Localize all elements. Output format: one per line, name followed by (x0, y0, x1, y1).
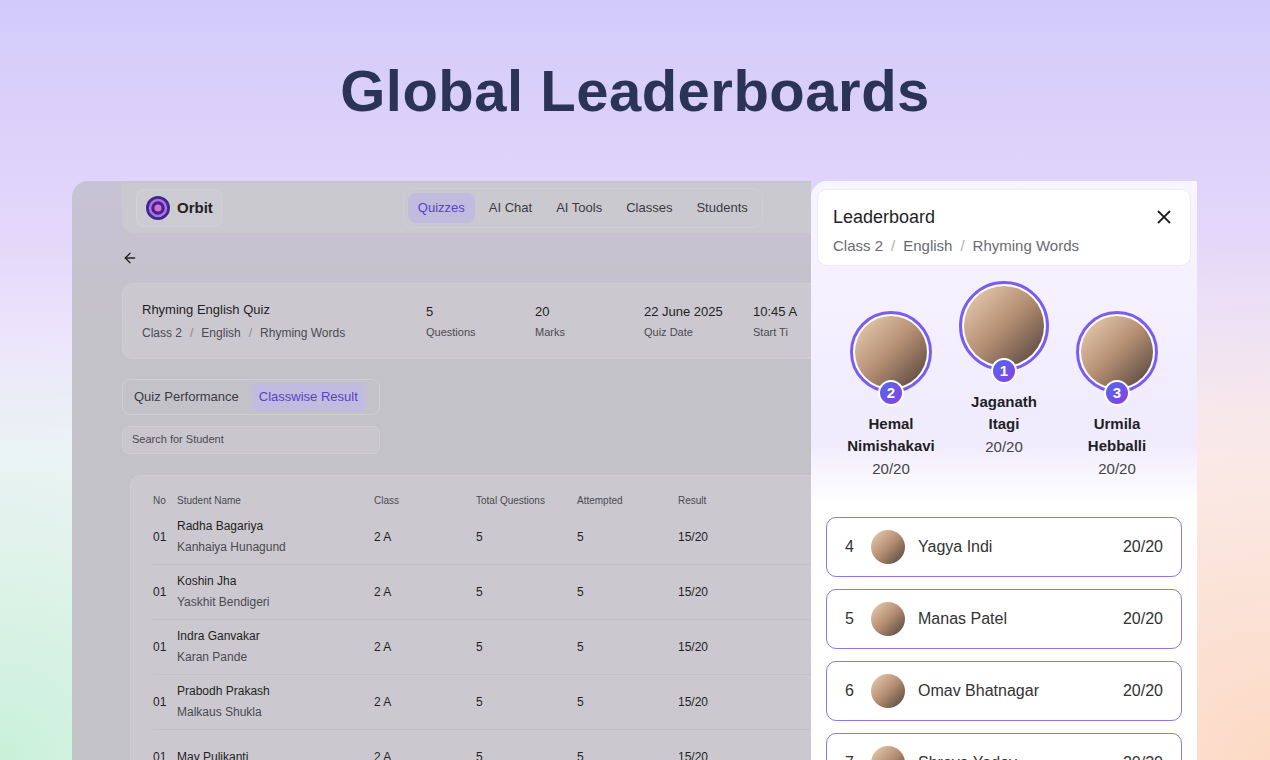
breadcrumb-separator: / (960, 235, 964, 258)
page: Global Leaderboards Orbit QuizzesAI ChatAI… (0, 0, 1270, 760)
table-row[interactable]: 01Prabodh PrakashMalkaus Shukla2 A5515/2… (153, 675, 811, 730)
table-header: NoStudent NameClassTotal QuestionsAttemp… (153, 492, 811, 510)
row-rank: 7 (845, 751, 859, 760)
row-score: 20/20 (1123, 535, 1163, 559)
breadcrumb-item: English (201, 324, 240, 342)
result-tabs: Quiz PerformanceClasswise Result (122, 379, 380, 415)
podium-entry[interactable]: 3 Urmila Hebballi20/20 (1061, 311, 1174, 481)
avatar-photo (871, 746, 905, 760)
avatar-photo (871, 602, 905, 636)
breadcrumb-item: English (903, 235, 952, 258)
column-header: Total Questions (476, 493, 577, 508)
column-header: Result (678, 493, 778, 508)
row-name: Omav Bhatnagar (918, 679, 1039, 703)
rank-badge: 1 (991, 358, 1017, 384)
page-heading: Global Leaderboards (340, 47, 930, 134)
quiz-stat: 20Marks (535, 302, 644, 341)
nav-tab[interactable]: Quizzes (408, 193, 475, 223)
result-table: NoStudent NameClassTotal QuestionsAttemp… (130, 475, 811, 760)
row-score: 20/20 (1123, 607, 1163, 631)
leaderboard-row[interactable]: 4 Yagya Indi 20/20 (826, 517, 1182, 577)
rank-badge: 2 (878, 380, 904, 406)
column-header: Student Name (177, 493, 374, 508)
result-tab[interactable]: Classwise Result (251, 383, 366, 411)
row-rank: 5 (845, 607, 859, 631)
table-row[interactable]: 01Indra GanvakarKaran Pande2 A5515/20 (153, 620, 811, 675)
nav-tab[interactable]: Students (686, 193, 757, 223)
row-name: Shreya Yadav (918, 751, 1017, 760)
row-score: 20/20 (1123, 751, 1163, 760)
podium-score: 20/20 (872, 457, 910, 481)
podium-entry[interactable]: 1 Jaganath Itagi20/20 (948, 281, 1061, 459)
breadcrumb-separator: / (891, 235, 895, 258)
column-header: Attempted (577, 493, 678, 508)
avatar-photo (871, 674, 905, 708)
row-name: Manas Patel (918, 607, 1007, 631)
back-arrow-icon[interactable] (122, 250, 138, 266)
row-name: Yagya Indi (918, 535, 992, 559)
nav-bar: Orbit QuizzesAI ChatAI ToolsClassesStuden… (122, 183, 811, 233)
leaderboard-row[interactable]: 6 Omav Bhatnagar 20/20 (826, 661, 1182, 721)
avatar-photo (1081, 316, 1153, 388)
quiz-stat: 10:45 AStart Ti (753, 302, 811, 341)
row-rank: 4 (845, 535, 859, 559)
nav-tab[interactable]: AI Tools (546, 193, 612, 223)
row-score: 20/20 (1123, 679, 1163, 703)
student-search[interactable]: Search for Student (122, 426, 380, 454)
quiz-stat: 5Questions (426, 302, 535, 341)
nav-tabs: QuizzesAI ChatAI ToolsClassesStudents (403, 188, 763, 228)
quiz-stat: 22 June 2025Quiz Date (644, 302, 753, 341)
leaderboard-list: 4 Yagya Indi 20/20 5 Manas Patel 20/20 6 Omav B… (811, 517, 1197, 760)
orbit-logo-icon (145, 195, 171, 221)
close-icon[interactable] (1153, 206, 1175, 228)
leaderboard-header: Leaderboard Class 2 / English / Rhyming Words (817, 189, 1191, 266)
avatar-photo (871, 530, 905, 564)
podium-name: Jaganath Itagi (954, 391, 1054, 435)
table-row[interactable]: 01Radha BagariyaKanhaiya Hunagund2 A5515… (153, 510, 811, 565)
avatar-photo (964, 286, 1044, 366)
breadcrumb-item: Rhyming Words (260, 324, 345, 342)
breadcrumb-item: Rhyming Words (973, 235, 1079, 258)
podium-entry[interactable]: 2 Hemal Nimishakavi20/20 (835, 311, 948, 481)
leaderboard-row[interactable]: 7 Shreya Yadav 20/20 (826, 733, 1182, 760)
podium-score: 20/20 (1098, 457, 1136, 481)
column-header: Class (374, 493, 476, 508)
nav-tab[interactable]: AI Chat (479, 193, 542, 223)
app-frame: OrbitQuizzesAI ChatAI ToolsClassesStuden… (72, 181, 1197, 760)
table-row[interactable]: 01May Pulikanti2 A5515/20 (153, 730, 811, 760)
leaderboard-title: Leaderboard (833, 204, 1153, 231)
podium-name: Hemal Nimishakavi (841, 413, 941, 457)
podium: 2Hemal Nimishakavi20/201Jaganath Itagi20… (811, 281, 1197, 481)
podium-score: 20/20 (985, 435, 1023, 459)
breadcrumb: Class 2 / English / Rhyming Words (833, 235, 1153, 258)
nav-tab[interactable]: Classes (616, 193, 682, 223)
table-row[interactable]: 01Koshin JhaYaskhit Bendigeri2 A5515/20 (153, 565, 811, 620)
breadcrumb: Class 2 / English / Rhyming Words (142, 324, 426, 342)
logo-text: Orbit (177, 197, 213, 220)
app-main: OrbitQuizzesAI ChatAI ToolsClassesStuden… (72, 181, 811, 760)
column-header: No (153, 493, 177, 508)
podium-name: Urmila Hebballi (1067, 413, 1167, 457)
avatar-photo (855, 316, 927, 388)
rank-badge: 3 (1104, 380, 1130, 406)
leaderboard-drawer: Leaderboard Class 2 / English / Rhyming Words… (811, 181, 1197, 760)
breadcrumb-separator: / (249, 324, 252, 342)
quiz-title: Rhyming English Quiz (142, 300, 426, 320)
quiz-card: Rhyming English Quiz Class 2 / English / Rhym… (122, 283, 811, 359)
logo[interactable]: Orbit (136, 189, 222, 227)
breadcrumb-separator: / (190, 324, 193, 342)
leaderboard-row[interactable]: 5 Manas Patel 20/20 (826, 589, 1182, 649)
row-rank: 6 (845, 679, 859, 703)
result-tab[interactable]: Quiz Performance (126, 383, 247, 411)
breadcrumb-item: Class 2 (142, 324, 182, 342)
breadcrumb-item: Class 2 (833, 235, 883, 258)
